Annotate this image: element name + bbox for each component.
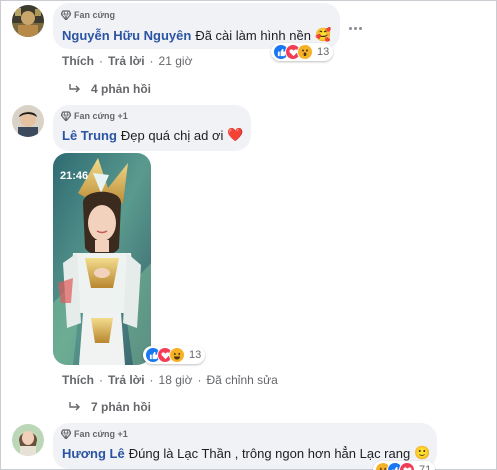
- avatar[interactable]: [12, 5, 44, 37]
- author-name[interactable]: Hương Lê: [62, 446, 125, 461]
- timestamp[interactable]: 18 giờ: [159, 373, 193, 387]
- timestamp[interactable]: 21 giờ: [159, 54, 193, 68]
- diamond-icon: [61, 429, 71, 439]
- diamond-icon: [61, 111, 71, 121]
- comment-text: Đẹp quá chị ad ơi: [120, 127, 224, 143]
- replies-count[interactable]: 7 phản hồi: [91, 400, 151, 414]
- fan-badge: Fan cứng +1: [61, 111, 128, 121]
- comment-thread: Fan cứng Nguyễn Hữu Nguyên Đã cài làm hì…: [0, 0, 497, 470]
- avatar[interactable]: [12, 424, 44, 456]
- love-icon: [399, 462, 415, 470]
- reply-link[interactable]: Trả lời: [108, 54, 145, 68]
- comment-line: Lê Trung Đẹp quá chị ad ơi ❤️: [62, 127, 244, 143]
- reaction-count: 13: [189, 349, 202, 361]
- comment-photo[interactable]: 21:46: [53, 153, 151, 365]
- badge-label: Fan cứng +1: [74, 429, 128, 439]
- author-name[interactable]: Nguyễn Hữu Nguyên: [62, 28, 191, 43]
- view-replies-link[interactable]: 4 phản hồi: [69, 82, 151, 96]
- more-options-icon[interactable]: [346, 19, 364, 37]
- fan-badge: Fan cứng +1: [61, 429, 128, 439]
- avatar[interactable]: [12, 105, 44, 137]
- replies-count[interactable]: 4 phản hồi: [91, 82, 151, 96]
- badge-label: Fan cứng +1: [74, 111, 128, 121]
- reaction-summary[interactable]: 13: [143, 346, 206, 364]
- slight-smile-emoji: 🙂: [414, 445, 431, 460]
- view-replies-link[interactable]: 7 phản hồi: [69, 400, 151, 414]
- lockscreen-clock: 21:46: [60, 170, 89, 182]
- reply-arrow-icon: [69, 402, 80, 411]
- comment-actions: Thích · Trả lời · 18 giờ · Đã chỉnh sửa: [62, 373, 278, 387]
- fan-badge: Fan cứng: [61, 10, 115, 20]
- reaction-summary[interactable]: 13: [271, 43, 334, 61]
- reaction-summary[interactable]: 71: [373, 461, 436, 470]
- comment-text: Đúng là Lạc Thần , trông ngon hơn hẳn Lạ…: [128, 445, 411, 461]
- author-name[interactable]: Lê Trung: [62, 128, 117, 143]
- wow-icon: [297, 44, 313, 60]
- comment-line: Nguyễn Hữu Nguyên Đã cài làm hình nền 🥰: [62, 27, 331, 43]
- diamond-icon: [61, 10, 71, 20]
- like-link[interactable]: Thích: [62, 54, 94, 68]
- smiling-hearts-emoji: 🥰: [314, 27, 332, 42]
- reply-link[interactable]: Trả lời: [108, 373, 145, 387]
- red-heart-emoji: ❤️: [227, 127, 244, 142]
- edited-label: Đã chỉnh sửa: [206, 373, 278, 387]
- badge-label: Fan cứng: [74, 10, 116, 20]
- comment-line: Hương Lê Đúng là Lạc Thần , trông ngon h…: [62, 445, 430, 461]
- haha-icon: [169, 347, 185, 363]
- reaction-count: 13: [317, 46, 330, 58]
- like-link[interactable]: Thích: [62, 373, 94, 387]
- comment-text: Đã cài làm hình nền: [195, 27, 311, 43]
- comment-actions: Thích · Trả lời · 21 giờ: [62, 54, 193, 68]
- reaction-count: 71: [419, 464, 432, 470]
- reply-arrow-icon: [69, 84, 80, 93]
